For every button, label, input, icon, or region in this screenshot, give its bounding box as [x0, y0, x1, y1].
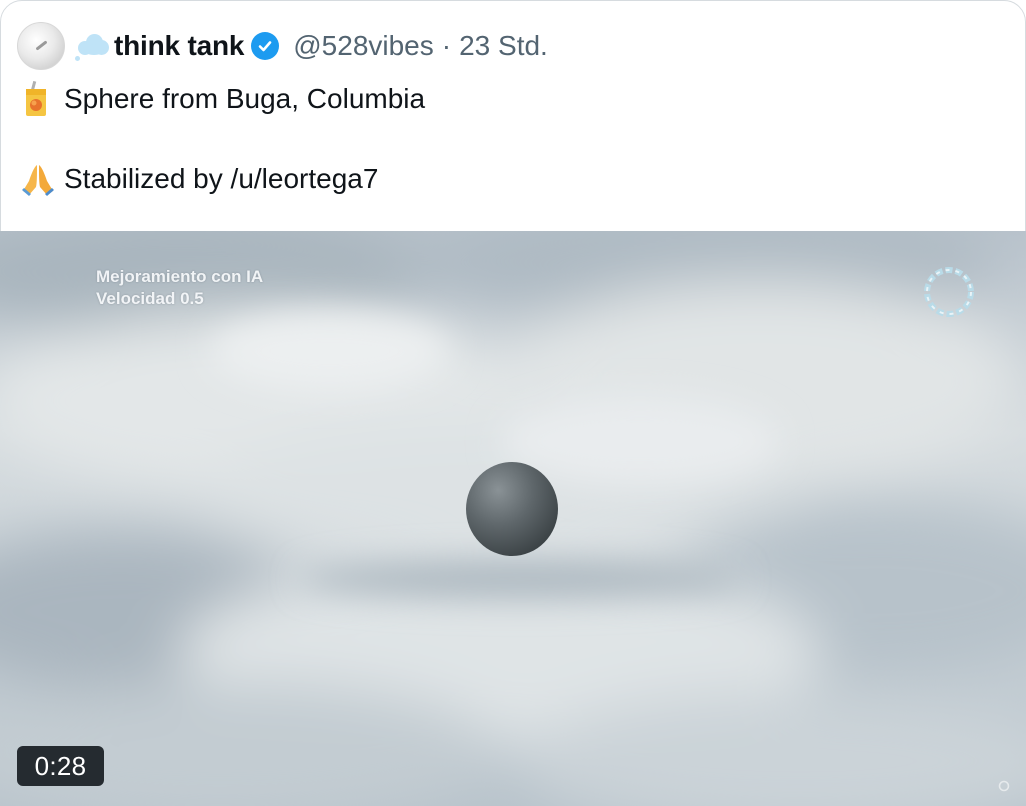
tweet-text-line-1: Sphere from Buga, Columbia	[64, 83, 426, 114]
post-time[interactable]: 23 Std.	[459, 30, 548, 62]
tweet-header: think tank @528vibes · 23 Std.	[17, 22, 548, 70]
overlay-line-2: Velocidad 0.5	[96, 289, 204, 308]
user-handle[interactable]: @528vibes	[293, 30, 434, 62]
avatar[interactable]	[17, 22, 65, 70]
watermark-icon	[998, 780, 1010, 792]
sphere-object	[466, 462, 558, 556]
thought-balloon-icon	[74, 31, 110, 61]
verified-badge-icon[interactable]	[251, 32, 280, 60]
video-duration-badge: 0:28	[17, 746, 104, 786]
video-player[interactable]	[0, 231, 1026, 806]
video-overlay-text: Mejoramiento con IA Velocidad 0.5	[96, 266, 263, 310]
overlay-line-1: Mejoramiento con IA	[96, 267, 264, 286]
display-name[interactable]: think tank	[114, 30, 244, 62]
separator-dot: ·	[441, 30, 452, 61]
juice-box-icon	[20, 80, 54, 117]
video-frame	[0, 231, 1026, 806]
tweet-text-line: Stabilized by /u/leortega7	[20, 160, 378, 198]
channel-logo-icon	[924, 267, 974, 317]
folded-hands-icon	[20, 161, 54, 197]
tweet-text-line: Sphere from Buga, Columbia	[20, 80, 425, 118]
tweet-text-line-2: Stabilized by /u/leortega7	[64, 163, 379, 194]
